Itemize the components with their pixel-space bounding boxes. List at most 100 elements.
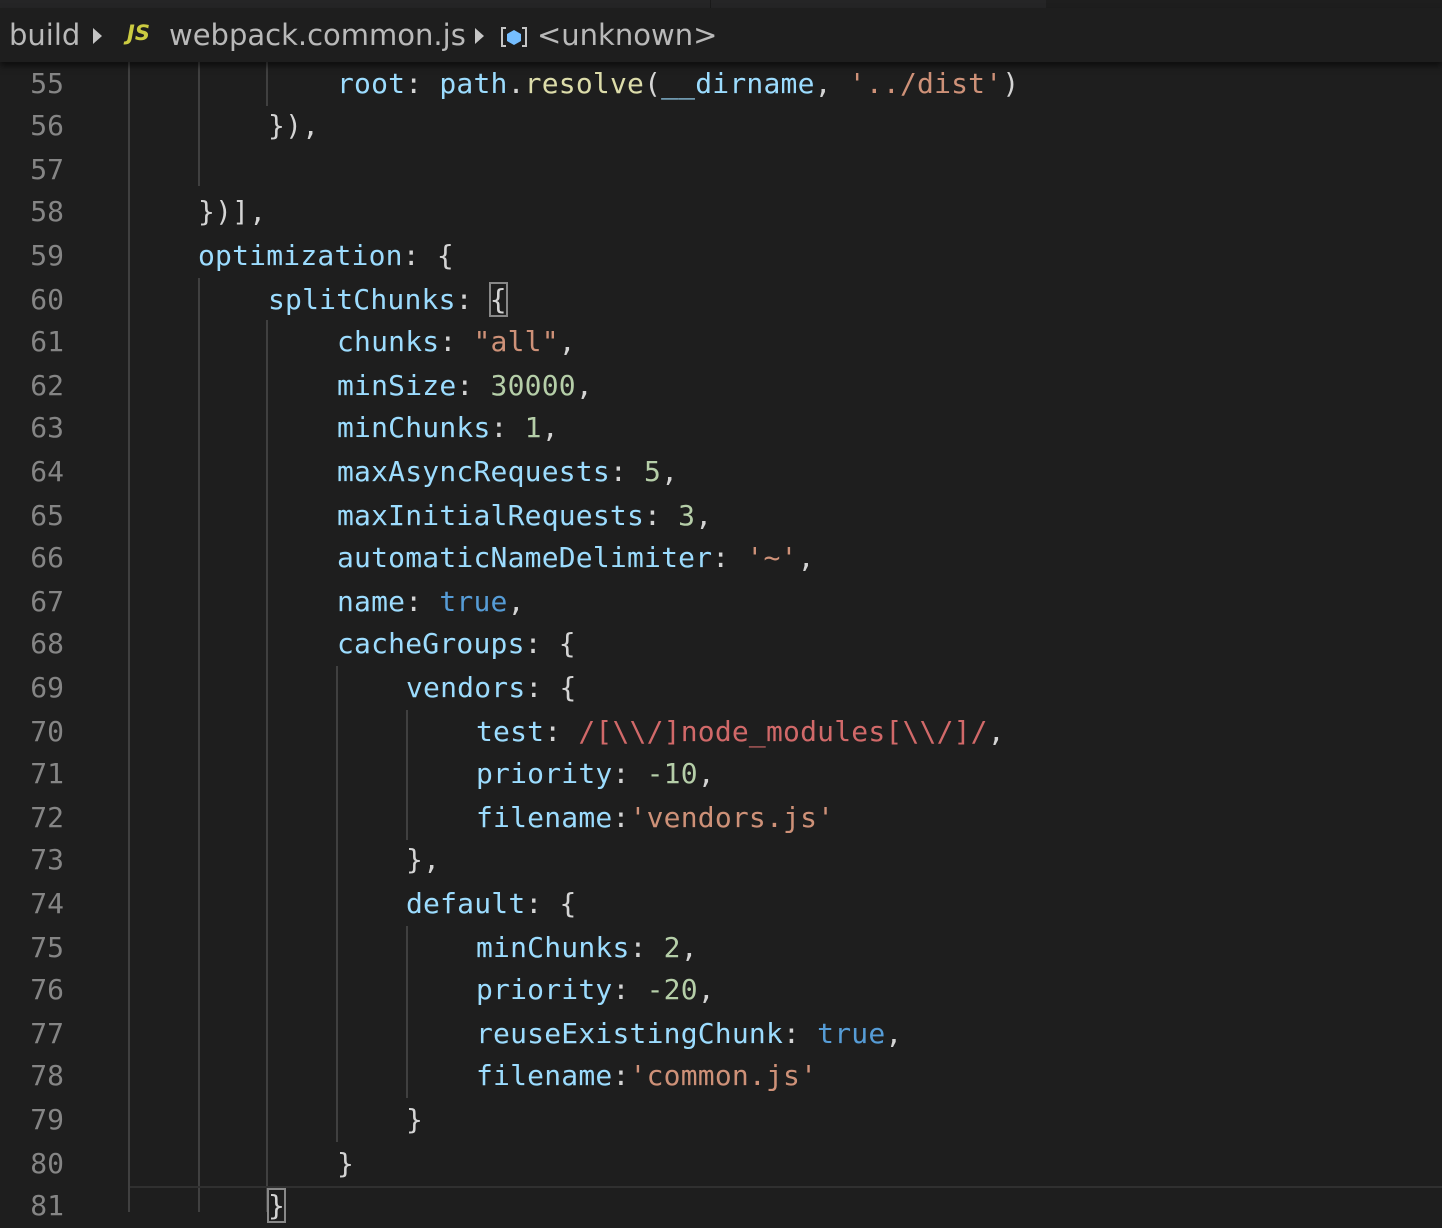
line-number: 68	[30, 627, 64, 660]
code-line[interactable]: priority: -10,	[476, 752, 715, 796]
code-token: ,	[661, 455, 679, 488]
code-line[interactable]: splitChunks: {	[268, 278, 508, 322]
code-line[interactable]: }),	[268, 104, 319, 148]
code-token: 'vendors.js'	[629, 801, 835, 834]
code-token: :	[629, 931, 647, 964]
code-token: )	[285, 109, 303, 142]
code-token: maxAsyncRequests	[337, 455, 610, 488]
line-number: 62	[30, 369, 64, 402]
code-line[interactable]: chunks: "all",	[337, 320, 576, 364]
line-number: 74	[30, 887, 64, 920]
code-token: 3	[678, 499, 696, 532]
code-token: :	[783, 1017, 801, 1050]
line-number: 60	[30, 283, 64, 316]
code-line[interactable]: root: path.resolve(__dirname, '../dist')	[337, 62, 1019, 106]
code-line[interactable]: priority: -20,	[476, 968, 715, 1012]
code-token: vendors	[406, 671, 526, 704]
code-line[interactable]: maxAsyncRequests: 5,	[337, 450, 678, 494]
code-token: maxInitialRequests	[337, 499, 645, 532]
code-token: 2	[663, 931, 681, 964]
indent-guide	[406, 710, 408, 840]
code-token: :	[525, 671, 543, 704]
code-token: cacheGroups	[337, 627, 525, 660]
tab-bar-strip	[0, 0, 1442, 8]
code-token: :	[612, 801, 630, 834]
code-line[interactable]: filename:'common.js'	[476, 1054, 817, 1098]
line-number-gutter: 55 56 57 58 59 60 61 62 63 64 65 66 67 6…	[0, 62, 130, 1222]
code-token: priority	[476, 973, 613, 1006]
code-token: -10	[646, 757, 698, 790]
code-token: .	[507, 67, 525, 100]
code-token: chunks	[337, 325, 440, 358]
line-number: 56	[30, 109, 64, 142]
code-line[interactable]: minSize: 30000,	[337, 364, 593, 408]
code-token: ,	[814, 67, 832, 100]
tab-bar	[0, 0, 1046, 8]
code-line[interactable]: }	[337, 1142, 354, 1186]
code-token: :	[612, 973, 630, 1006]
code-token: name	[337, 585, 406, 618]
code-line[interactable]: test: /[\\/]node_modules[\\/]/,	[476, 710, 1005, 754]
line-number: 71	[30, 757, 64, 790]
code-line[interactable]: cacheGroups: {	[337, 622, 576, 666]
code-token: {	[559, 887, 577, 920]
code-token: }	[406, 1103, 424, 1136]
code-line[interactable]: minChunks: 1,	[337, 406, 559, 450]
line-number: 64	[30, 455, 64, 488]
breadcrumb-file[interactable]: webpack.common.js	[169, 18, 466, 52]
code-token: (	[644, 67, 662, 100]
code-token: :	[405, 67, 423, 100]
code-token: {	[559, 671, 577, 704]
matched-bracket: }	[266, 1188, 287, 1223]
code-token: minChunks	[476, 931, 630, 964]
code-line[interactable]: filename:'vendors.js'	[476, 796, 834, 840]
code-token: test	[476, 715, 545, 748]
code-line[interactable]: }	[406, 1098, 423, 1142]
code-token: {	[558, 627, 576, 660]
code-line[interactable]: minChunks: 2,	[476, 926, 698, 970]
code-line[interactable]: }	[266, 1184, 287, 1228]
code-line[interactable]: vendors: {	[406, 666, 577, 710]
breadcrumb-symbol[interactable]: <unknown>	[537, 18, 717, 52]
code-token: resolve	[524, 67, 645, 100]
breadcrumb-folder[interactable]: build	[9, 18, 80, 52]
code-line[interactable]: default: {	[406, 882, 577, 926]
code-editor[interactable]: 55 56 57 58 59 60 61 62 63 64 65 66 67 6…	[0, 62, 1442, 1223]
code-line[interactable]: reuseExistingChunk: true,	[476, 1012, 902, 1056]
code-token: 30000	[490, 369, 576, 402]
line-number: 69	[30, 671, 64, 704]
code-token: ,	[695, 499, 713, 532]
line-number: 55	[30, 67, 64, 100]
chevron-right-icon	[475, 28, 484, 44]
code-token: :	[612, 1059, 630, 1092]
code-token: ,	[558, 325, 576, 358]
line-number: 67	[30, 585, 64, 618]
code-line[interactable]: automaticNameDelimiter: '~',	[337, 536, 815, 580]
code-line[interactable]: })],	[198, 190, 266, 234]
code-token: }	[198, 195, 216, 228]
code-token: /[\\/]node_modules[\\/]/	[578, 715, 988, 748]
code-line[interactable]: maxInitialRequests: 3,	[337, 494, 712, 538]
code-line[interactable]: optimization: {	[198, 234, 454, 278]
code-token: ,	[249, 195, 267, 228]
code-token: ,	[541, 411, 559, 444]
line-number: 65	[30, 499, 64, 532]
matched-bracket: {	[488, 282, 508, 317]
code-token: :	[525, 887, 543, 920]
code-line[interactable]: },	[406, 838, 440, 882]
code-token: :	[712, 541, 730, 574]
tab-separator	[710, 0, 711, 8]
code-token: ,	[680, 931, 698, 964]
code-line[interactable]: name: true,	[337, 580, 525, 624]
line-number: 63	[30, 411, 64, 444]
breadcrumb: build JS webpack.common.js <unknown>	[0, 8, 1442, 62]
chevron-right-icon	[93, 28, 102, 44]
indent-guide	[198, 62, 200, 186]
code-token: ,	[697, 757, 715, 790]
code-token: }	[268, 109, 286, 142]
